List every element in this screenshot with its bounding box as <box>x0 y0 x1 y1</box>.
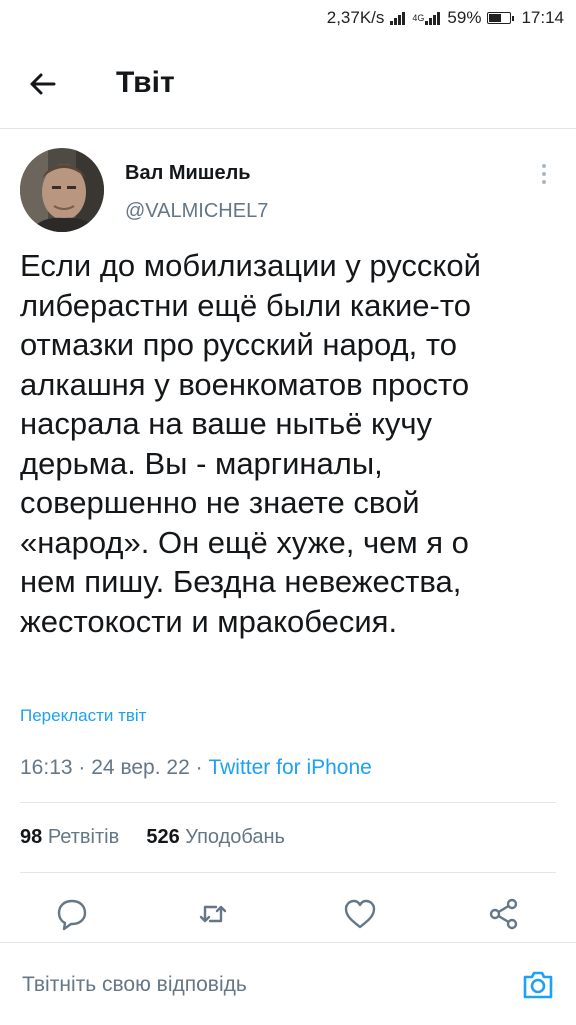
back-button[interactable] <box>20 62 64 106</box>
share-icon <box>489 898 518 930</box>
divider <box>20 802 556 803</box>
meta-separator: · <box>78 756 86 779</box>
top-app-bar: Твіт <box>0 40 576 129</box>
clock: 17:14 <box>521 8 564 27</box>
tweet-source-link[interactable]: Twitter for iPhone <box>208 756 371 779</box>
author-handle[interactable]: @VALMICHEL7 <box>125 200 268 223</box>
avatar[interactable] <box>20 148 104 232</box>
likes-count: 526 <box>146 826 180 848</box>
translate-tweet-link[interactable]: Перекласти твіт <box>20 706 146 726</box>
cell-signal-icon <box>425 11 441 25</box>
retweets-stat[interactable]: 98 Ретвітів <box>20 826 119 848</box>
tweet-time: 16:13 <box>20 756 73 779</box>
reply-icon <box>57 899 87 931</box>
page-title: Твіт <box>116 66 175 99</box>
reply-button[interactable] <box>48 890 96 938</box>
camera-button[interactable] <box>518 965 558 1005</box>
like-icon <box>344 899 376 929</box>
tweet-meta: 16:13 · 24 вер. 22 · Twitter for iPhone <box>20 756 372 780</box>
share-button[interactable] <box>480 890 528 938</box>
retweet-icon <box>199 905 227 923</box>
like-button[interactable] <box>336 890 384 938</box>
wifi-signal-icon <box>390 11 406 25</box>
likes-label: Уподобань <box>185 826 285 848</box>
author-name[interactable]: Вал Мишель <box>125 162 251 185</box>
tweet-text: Если до мобилизации у русской либерастни… <box>20 248 481 639</box>
retweets-count: 98 <box>20 826 43 848</box>
tweet-stats: 98 Ретвітів 526 Уподобань <box>20 826 285 849</box>
retweet-button[interactable] <box>189 890 237 938</box>
camera-icon <box>523 971 553 999</box>
profile-photo <box>20 148 104 232</box>
retweets-label: Ретвітів <box>47 826 120 848</box>
battery-percent: 59% <box>447 8 482 27</box>
battery-icon <box>487 12 515 24</box>
tweet-date: 24 вер. 22 <box>91 756 190 779</box>
status-icons: 2,37K/s 4G 59% 17:14 <box>321 8 564 28</box>
more-options-button[interactable] <box>534 160 554 190</box>
tweet-actions <box>0 890 576 938</box>
status-bar: 2,37K/s 4G 59% 17:14 <box>0 0 576 40</box>
divider <box>20 872 556 873</box>
reply-composer: Твітніть свою відповідь <box>0 942 576 1025</box>
battery-level <box>489 14 501 22</box>
arrow-left-icon <box>30 73 56 95</box>
network-speed: 2,37K/s <box>326 8 385 27</box>
meta-separator: · <box>195 756 203 779</box>
reply-input[interactable]: Твітніть свою відповідь <box>22 973 247 997</box>
likes-stat[interactable]: 526 Уподобань <box>146 826 285 848</box>
network-type: 4G <box>412 13 425 23</box>
more-vertical-icon <box>542 164 546 184</box>
